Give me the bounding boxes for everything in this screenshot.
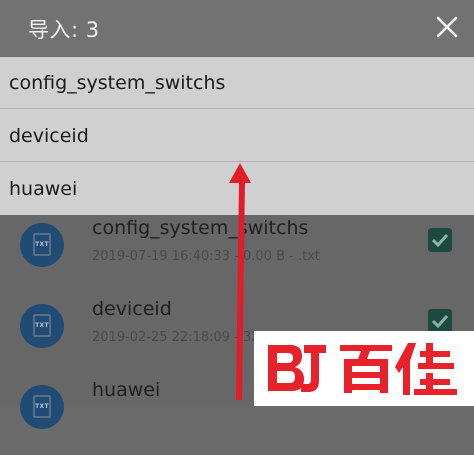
dropdown-item-label: deviceid xyxy=(9,125,89,147)
file-meta: 2019-02-25 22:18:09 - 32.00 xyxy=(92,330,281,345)
file-name: deviceid xyxy=(92,298,172,320)
txt-file-icon: TXT xyxy=(20,385,64,429)
dropdown-item[interactable]: deviceid xyxy=(0,110,474,162)
dropdown-item-label: huawei xyxy=(9,178,78,200)
watermark-logo xyxy=(254,331,474,406)
txt-file-icon: TXT xyxy=(20,304,64,348)
close-icon[interactable] xyxy=(434,14,460,40)
dropdown-item-label: config_system_switchs xyxy=(9,72,226,94)
txt-file-icon: TXT xyxy=(20,223,64,267)
file-checkbox[interactable] xyxy=(428,309,452,333)
import-dropdown: config_system_switchs deviceid huawei xyxy=(0,57,474,215)
file-checkbox[interactable] xyxy=(428,228,452,252)
file-name: config_system_switchs xyxy=(92,217,309,239)
file-name: huawei xyxy=(92,379,161,401)
header-bar: 导入: 3 xyxy=(0,0,474,56)
file-row[interactable]: TXT config_system_switchs 2019-07-19 16:… xyxy=(0,215,474,293)
dropdown-item[interactable]: huawei xyxy=(0,163,474,215)
page-title: 导入: 3 xyxy=(28,18,100,42)
file-meta: 2019-07-19 16:40:33 - 0.00 B - .txt xyxy=(92,249,320,264)
dropdown-item[interactable]: config_system_switchs xyxy=(0,57,474,109)
